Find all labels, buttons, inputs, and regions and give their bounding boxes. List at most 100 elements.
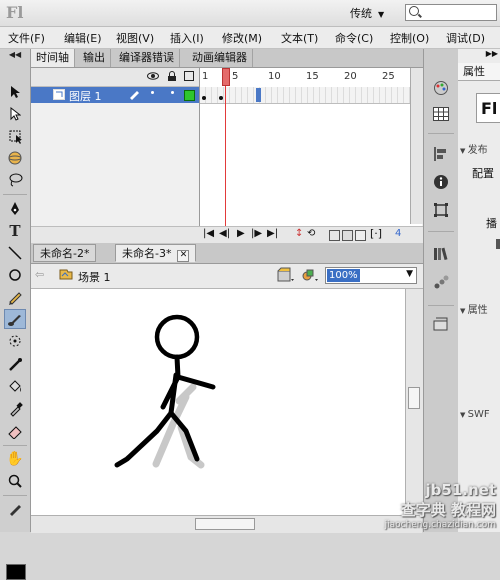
panel-dock xyxy=(423,49,459,532)
eraser-tool-icon[interactable] xyxy=(4,421,26,441)
menu-control[interactable]: 控制(O) xyxy=(390,30,429,46)
chevron-down-icon: ▼ xyxy=(378,10,385,19)
transform-icon[interactable] xyxy=(431,201,451,219)
play-button[interactable]: ▶ xyxy=(237,228,245,239)
frames-area[interactable]: 1 5 10 15 20 25 xyxy=(199,68,422,226)
menu-view[interactable]: 视图(V) xyxy=(116,30,154,46)
bone-tool-icon[interactable] xyxy=(4,355,26,375)
document-type-logo: Fl xyxy=(476,93,500,123)
doc-tab-label: 未命名-2* xyxy=(40,247,90,260)
menu-text[interactable]: 文本(T) xyxy=(281,30,318,46)
last-frame-button[interactable]: ▶| xyxy=(267,228,278,239)
lasso-tool-icon[interactable] xyxy=(4,170,26,190)
doc-tab[interactable]: 未命名-2* xyxy=(33,244,97,262)
menu-commands[interactable]: 命令(C) xyxy=(335,30,373,46)
edit-multiple-frames-icon[interactable] xyxy=(355,230,366,241)
library-icon[interactable] xyxy=(431,245,451,263)
playhead[interactable] xyxy=(222,68,230,86)
expand-panels-icon[interactable]: ▶▶ xyxy=(458,49,500,62)
doc-tab-active[interactable]: 未命名-3* ✕ xyxy=(115,244,197,262)
menu-file[interactable]: 文件(F) xyxy=(8,30,45,46)
search-input[interactable] xyxy=(405,4,497,21)
scroll-thumb[interactable] xyxy=(195,518,255,530)
center-frame-icon[interactable]: ↕ xyxy=(295,228,303,239)
lock-icon[interactable] xyxy=(167,70,177,85)
tab-output[interactable]: 输出 xyxy=(78,49,111,67)
menu-debug[interactable]: 调试(D) xyxy=(446,30,485,46)
next-frame-button[interactable]: |▶ xyxy=(251,228,262,239)
stroke-color-icon[interactable] xyxy=(4,499,26,519)
layer-outline-color[interactable] xyxy=(184,90,195,101)
stage-vertical-scrollbar[interactable] xyxy=(405,289,423,515)
toolbar-divider xyxy=(3,445,27,446)
layer-visibility-dot[interactable] xyxy=(151,91,154,94)
first-frame-button[interactable]: |◀ xyxy=(203,228,214,239)
onion-outline-icon[interactable] xyxy=(342,230,353,241)
section-publish[interactable]: 发布 xyxy=(460,141,488,156)
stick-figure-drawing[interactable] xyxy=(31,289,405,515)
scene-name[interactable]: 场景 1 xyxy=(78,269,111,285)
swatches-grid-icon[interactable] xyxy=(431,105,451,123)
frame-number: 25 xyxy=(382,71,395,82)
close-icon[interactable]: ✕ xyxy=(177,250,190,262)
fill-color-swatch[interactable] xyxy=(6,564,26,580)
section-properties[interactable]: 属性 xyxy=(460,301,488,316)
brush-tool-icon[interactable] xyxy=(4,309,26,329)
text-tool-icon[interactable]: T xyxy=(4,221,26,241)
prev-frame-button[interactable]: ◀| xyxy=(219,228,230,239)
workspace-switcher[interactable]: 传统 ▼ xyxy=(350,5,384,21)
back-arrow-icon[interactable]: ⇦ xyxy=(35,268,44,281)
collapse-toolbar-icon[interactable]: ◀◀ xyxy=(4,49,26,59)
menu-edit[interactable]: 编辑(E) xyxy=(64,30,102,46)
color-palette-icon[interactable] xyxy=(431,79,451,97)
motion-presets-icon[interactable] xyxy=(431,273,451,291)
document-tabs: 未命名-2* 未命名-3* ✕ xyxy=(31,243,423,264)
selection-tool-icon[interactable] xyxy=(4,82,26,102)
keyframe-marker[interactable] xyxy=(202,96,206,100)
onion-markers-icon[interactable]: [·] xyxy=(370,227,382,240)
dock-divider xyxy=(428,133,454,134)
section-swf-history[interactable]: SWF xyxy=(460,409,490,420)
app-logo: Fl xyxy=(6,3,24,22)
timeline-scrollbar[interactable] xyxy=(410,68,423,224)
frame-row[interactable] xyxy=(200,87,422,104)
stage-canvas[interactable] xyxy=(31,289,405,515)
loop-icon[interactable]: ⟲ xyxy=(307,228,315,239)
menu-modify[interactable]: 修改(M) xyxy=(222,30,262,46)
frame-number: 10 xyxy=(268,71,281,82)
onion-skin-icon[interactable] xyxy=(329,230,340,241)
keyframe-marker[interactable] xyxy=(219,96,223,100)
layer-row[interactable]: 图层 1 xyxy=(31,87,199,103)
zoom-select[interactable]: 100% ▼ xyxy=(325,267,417,284)
line-tool-icon[interactable] xyxy=(4,243,26,263)
tab-compiler-errors[interactable]: 编译器错误 xyxy=(114,49,180,67)
stage-horizontal-scrollbar[interactable] xyxy=(31,515,422,533)
components-icon[interactable] xyxy=(431,315,451,333)
menu-bar: 文件(F) 编辑(E) 视图(V) 插入(I) 修改(M) 文本(T) 命令(C… xyxy=(0,27,500,49)
eye-icon[interactable] xyxy=(147,70,159,85)
outline-icon[interactable] xyxy=(184,71,194,84)
paint-bucket-tool-icon[interactable] xyxy=(4,377,26,397)
tab-timeline[interactable]: 时间轴 xyxy=(31,49,75,67)
zoom-tool-icon[interactable] xyxy=(4,471,26,491)
tab-properties[interactable]: 属性 xyxy=(458,63,500,81)
edit-scene-icon[interactable] xyxy=(277,267,295,286)
align-icon[interactable] xyxy=(431,145,451,163)
edit-symbols-icon[interactable] xyxy=(301,267,319,286)
info-icon[interactable] xyxy=(431,173,451,191)
menu-insert[interactable]: 插入(I) xyxy=(170,30,204,46)
subselection-tool-icon[interactable] xyxy=(4,104,26,124)
free-transform-tool-icon[interactable] xyxy=(4,126,26,146)
scroll-thumb[interactable] xyxy=(408,387,420,409)
timeline-controls: |◀ ◀| ▶ |▶ ▶| ↕ ⟲ [·] 4 xyxy=(31,226,423,243)
pen-tool-icon[interactable] xyxy=(4,199,26,219)
hand-tool-icon[interactable]: ✋ xyxy=(4,449,26,469)
eyedropper-tool-icon[interactable] xyxy=(4,399,26,419)
oval-tool-icon[interactable] xyxy=(4,265,26,285)
deco-tool-icon[interactable] xyxy=(4,331,26,351)
layer-name[interactable]: 图层 1 xyxy=(69,88,102,104)
tab-motion-editor[interactable]: 动画编辑器 xyxy=(187,49,253,67)
pencil-tool-icon[interactable] xyxy=(4,287,26,307)
3d-rotation-tool-icon[interactable] xyxy=(4,148,26,168)
layer-lock-dot[interactable] xyxy=(171,91,174,94)
